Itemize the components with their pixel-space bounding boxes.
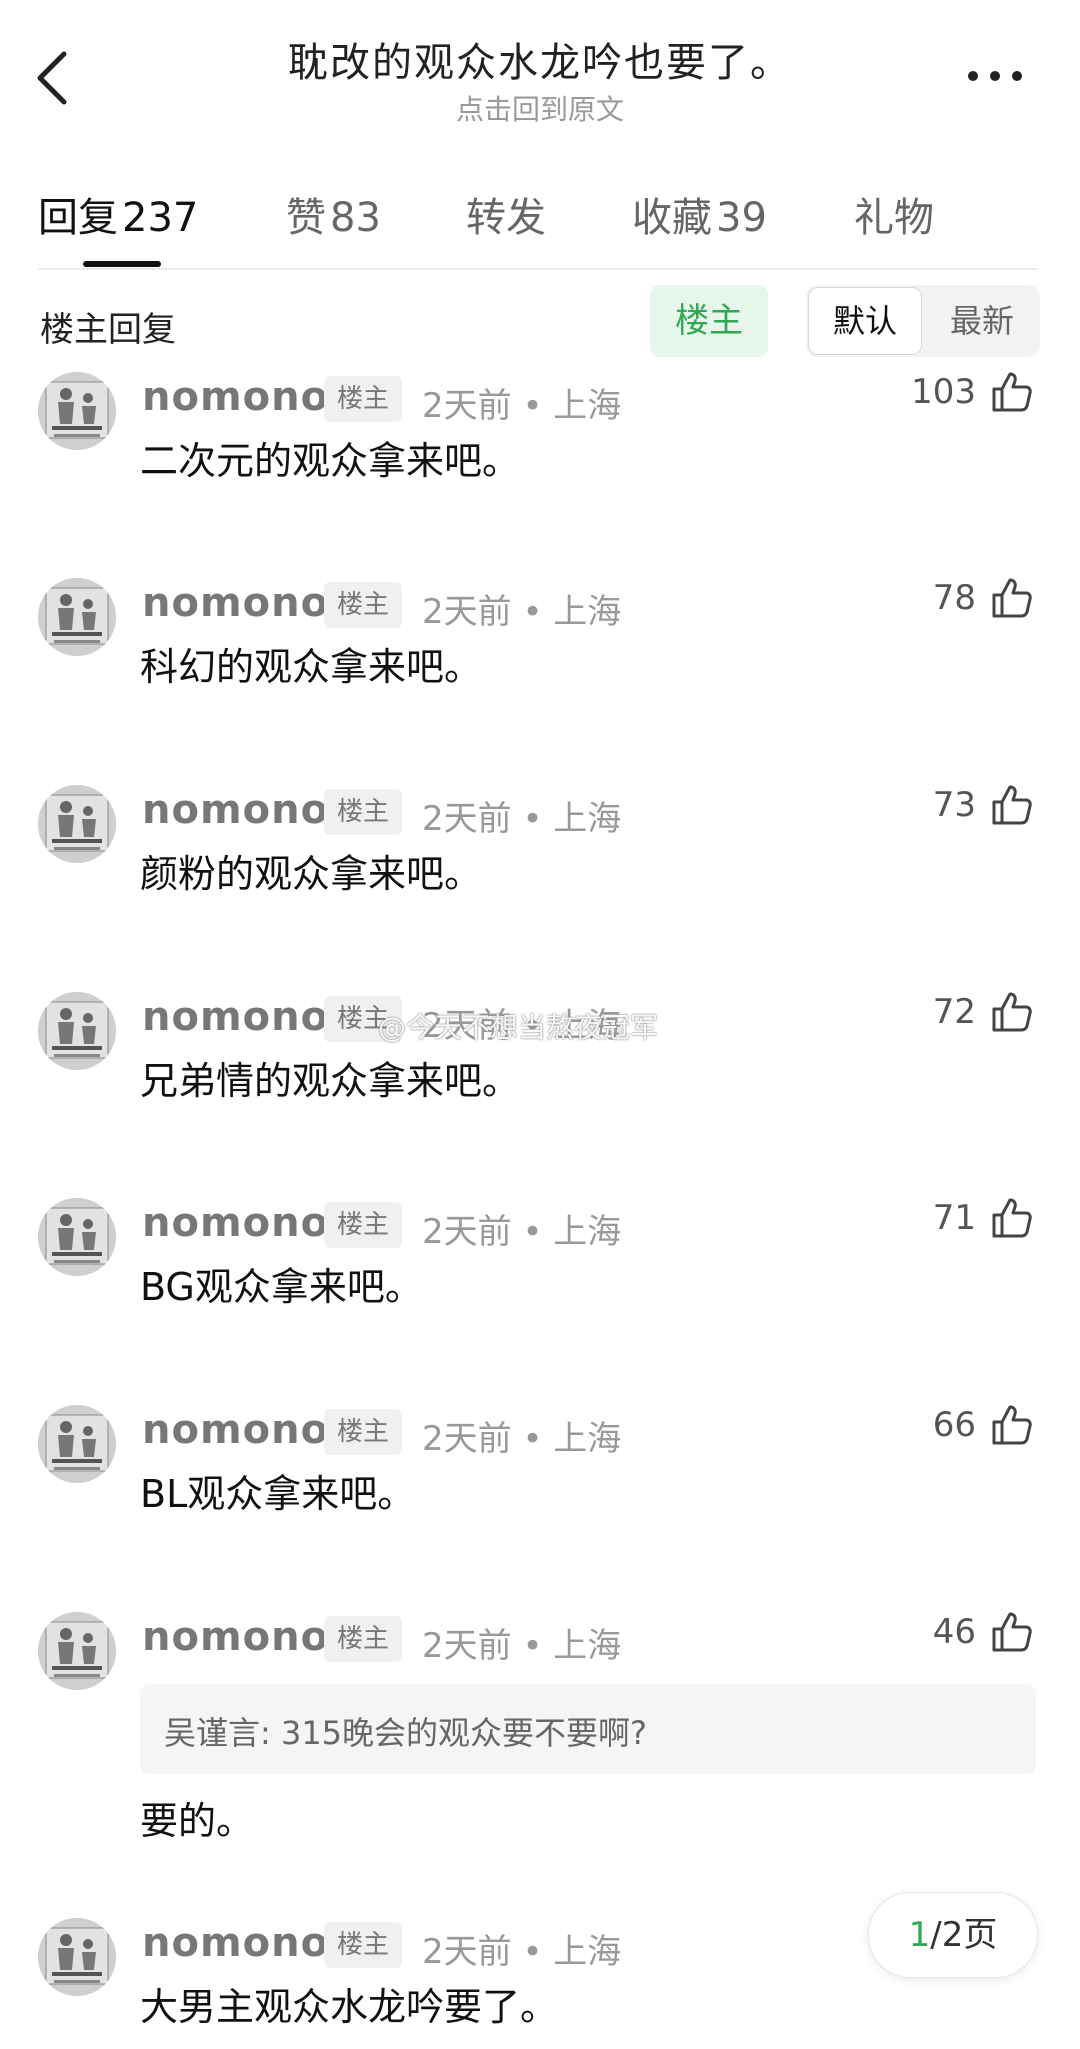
comment-text: 大男主观众水龙吟要了。 (140, 1985, 559, 2029)
like-count: 78 (932, 578, 976, 618)
quoted-reply[interactable]: 吴谨言: 315晚会的观众要不要啊? (140, 1684, 1036, 1774)
thumbs-up-icon[interactable] (988, 781, 1036, 829)
thumbs-up-icon[interactable] (988, 1401, 1036, 1449)
comment-meta: 2天前 • 上海 (422, 1419, 622, 1459)
avatar[interactable] (38, 785, 116, 863)
comment-item[interactable]: nomono 楼主 2天前 • 上海 103 二次元的观众拿来吧。 (0, 372, 1080, 502)
avatar[interactable] (38, 1612, 116, 1690)
author-name[interactable]: nomono (142, 1200, 329, 1246)
quoted-reply-text: 吴谨言: 315晚会的观众要不要啊? (164, 1714, 648, 1752)
comment-meta: 2天前 • 上海 (422, 592, 622, 632)
comment-item[interactable]: nomono 楼主 2天前 • 上海 71 BG观众拿来吧。 (0, 1198, 1080, 1328)
author-name[interactable]: nomono (142, 787, 329, 833)
author-name[interactable]: nomono (142, 994, 329, 1040)
comment-text: BL观众拿来吧。 (140, 1472, 416, 1516)
avatar[interactable] (38, 1405, 116, 1483)
op-badge: 楼主 (324, 1616, 402, 1662)
author-name[interactable]: nomono (142, 1407, 329, 1453)
divider (38, 268, 1038, 270)
comment-meta: 2天前 • 上海 (422, 1932, 622, 1972)
tab-favorites[interactable]: 收藏 39 (632, 185, 767, 243)
more-button[interactable] (960, 55, 1030, 95)
filter-title: 楼主回复 (40, 310, 176, 350)
filter-bar: 楼主回复 楼主 默认 最新 (0, 280, 1080, 370)
comment-item[interactable]: nomono 楼主 2天前 • 上海 73 颜粉的观众拿来吧。 (0, 785, 1080, 915)
avatar[interactable] (38, 1198, 116, 1276)
top-bar: 耽改的观众水龙吟也要了。 点击回到原文 (0, 0, 1080, 130)
like-count: 71 (932, 1198, 976, 1238)
comment-meta: 2天前 • 上海 (422, 1212, 622, 1252)
like-count: 72 (932, 992, 976, 1032)
tab-replies[interactable]: 回复 237 (38, 185, 198, 243)
comment-meta: 2天前 • 上海 (422, 386, 622, 426)
back-to-original-link[interactable]: 点击回到原文 (0, 88, 1080, 128)
page-current: 1 (908, 1915, 931, 1955)
sort-latest-button[interactable]: 最新 (926, 287, 1038, 355)
active-tab-indicator (83, 261, 161, 267)
like-count: 73 (932, 785, 976, 825)
comment-text: 兄弟情的观众拿来吧。 (140, 1059, 521, 1103)
comment-item[interactable]: nomono 楼主 2天前 • 上海 46 吴谨言: 315晚会的观众要不要啊? 要的。 (0, 1612, 1080, 1862)
comment-item[interactable]: nomono 楼主 2天前 • 上海 66 BL观众拿来吧。 (0, 1405, 1080, 1535)
op-badge: 楼主 (324, 1922, 402, 1968)
op-badge: 楼主 (324, 582, 402, 628)
comment-text: 科幻的观众拿来吧。 (140, 645, 483, 689)
like-count: 46 (932, 1612, 976, 1652)
author-name[interactable]: nomono (142, 1920, 329, 1966)
tab-likes[interactable]: 赞 83 (286, 185, 381, 243)
tab-bar: 回复 237 赞 83 转发 收藏 39 礼物 (0, 175, 1080, 270)
comment-meta: 2天前 • 上海 (422, 799, 622, 839)
more-horizontal-icon (968, 71, 978, 81)
op-badge: 楼主 (324, 1409, 402, 1455)
thumbs-up-icon[interactable] (988, 1194, 1036, 1242)
comment-text: 颜粉的观众拿来吧。 (140, 852, 483, 896)
sort-toggle: 默认 最新 (806, 285, 1040, 357)
tab-reposts[interactable]: 转发 (466, 185, 546, 243)
op-badge: 楼主 (324, 789, 402, 835)
avatar[interactable] (38, 1918, 116, 1996)
op-only-chip[interactable]: 楼主 (650, 285, 768, 357)
avatar[interactable] (38, 992, 116, 1070)
author-name[interactable]: nomono (142, 1614, 329, 1660)
op-badge: 楼主 (324, 376, 402, 422)
thumbs-up-icon[interactable] (988, 368, 1036, 416)
sort-default-button[interactable]: 默认 (808, 287, 922, 355)
like-count: 66 (932, 1405, 976, 1445)
comment-text: BG观众拿来吧。 (140, 1265, 423, 1309)
author-name[interactable]: nomono (142, 580, 329, 626)
like-count: 103 (911, 372, 976, 412)
tab-gifts[interactable]: 礼物 (854, 185, 934, 243)
op-badge: 楼主 (324, 1202, 402, 1248)
comment-text: 要的。 (140, 1799, 255, 1843)
page-indicator[interactable]: 1/2页 (868, 1892, 1038, 1978)
comment-item[interactable]: nomono 楼主 2天前 • 上海 78 科幻的观众拿来吧。 (0, 578, 1080, 708)
thumbs-up-icon[interactable] (988, 1608, 1036, 1656)
comment-text: 二次元的观众拿来吧。 (140, 439, 521, 483)
avatar[interactable] (38, 372, 116, 450)
page-total: /2页 (930, 1915, 998, 1955)
comment-meta: 2天前 • 上海 (422, 1626, 622, 1666)
avatar[interactable] (38, 578, 116, 656)
author-name[interactable]: nomono (142, 374, 329, 420)
thumbs-up-icon[interactable] (988, 988, 1036, 1036)
thumbs-up-icon[interactable] (988, 574, 1036, 622)
post-title[interactable]: 耽改的观众水龙吟也要了。 (0, 30, 1080, 88)
watermark: @今天不想当熬夜冠军 (378, 1011, 659, 1044)
